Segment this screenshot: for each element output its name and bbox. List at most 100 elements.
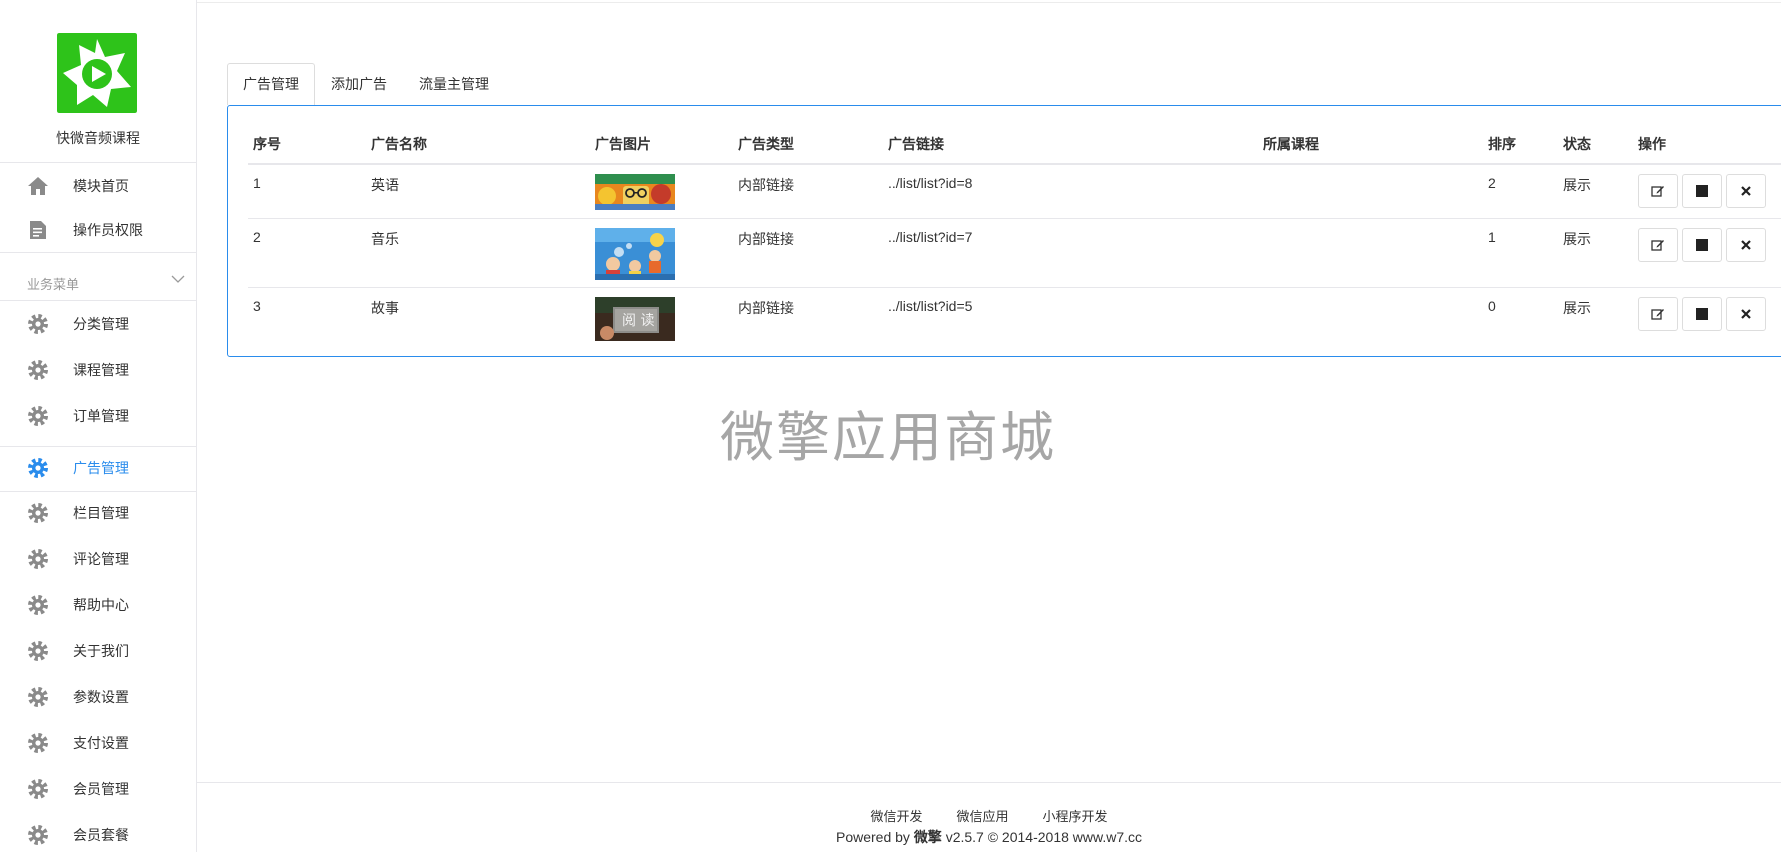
cell-type: 内部链接 xyxy=(738,299,794,316)
brand: 快微音频课程 xyxy=(0,0,196,163)
cell-sort: 0 xyxy=(1488,297,1496,314)
sidebar-divider xyxy=(0,300,196,301)
gear-icon xyxy=(27,359,49,381)
cell-status: 展示 xyxy=(1558,218,1633,288)
cell-image xyxy=(590,164,733,219)
cell-course xyxy=(1258,287,1483,358)
gear-icon xyxy=(27,457,49,479)
gear-icon xyxy=(27,778,49,800)
cell-link: ../list/list?id=8 xyxy=(883,164,1258,219)
stop-button[interactable] xyxy=(1682,296,1722,331)
sidebar-item-course[interactable]: 课程管理 xyxy=(0,348,196,392)
tab-add-ad[interactable]: 添加广告 xyxy=(315,63,403,105)
cell-name: 英语 xyxy=(366,164,590,219)
footer-copy-prefix: Powered by xyxy=(835,829,914,845)
sidebar-item-payment[interactable]: 支付设置 xyxy=(0,721,196,765)
column-header-image: 广告图片 xyxy=(590,124,733,165)
sidebar-item-label: 帮助中心 xyxy=(73,597,129,613)
edit-button[interactable] xyxy=(1638,227,1678,262)
sidebar: 快微音频课程 模块首页 操作员权限 业务菜单 分类管理 课程管理 订单管理 广告… xyxy=(0,0,197,852)
gear-icon xyxy=(27,640,49,662)
close-icon xyxy=(1741,239,1751,250)
stop-icon xyxy=(1696,238,1708,251)
column-header-course: 所属课程 xyxy=(1258,124,1483,165)
gear-icon xyxy=(27,313,49,335)
table-row: 3 故事 阅 读 内部链接 ../list/list?id=5 0 展示 xyxy=(248,287,1781,358)
stop-button[interactable] xyxy=(1682,174,1722,208)
gear-icon xyxy=(27,686,49,708)
sidebar-item-member-package[interactable]: 会员套餐 xyxy=(0,813,196,857)
sidebar-item-label: 分类管理 xyxy=(73,316,129,332)
stop-icon xyxy=(1696,307,1708,320)
top-divider xyxy=(197,2,1781,3)
ad-thumbnail-image xyxy=(595,227,675,280)
gear-icon xyxy=(27,824,49,846)
sidebar-item-params[interactable]: 参数设置 xyxy=(0,675,196,719)
cell-type: 内部链接 xyxy=(733,218,883,288)
column-header-name: 广告名称 xyxy=(366,124,590,165)
sidebar-item-operator-permissions[interactable]: 操作员权限 xyxy=(0,208,196,252)
close-icon xyxy=(1741,308,1751,319)
cell-sort: 2 xyxy=(1483,164,1558,219)
tab-traffic-master[interactable]: 流量主管理 xyxy=(403,63,505,105)
cell-status: 展示 xyxy=(1563,299,1591,316)
cell-image xyxy=(590,218,733,288)
footer-copyright: Powered by 微擎 v2.5.7 © 2014-2018 www.w7.… xyxy=(197,827,1781,847)
edit-icon xyxy=(1651,239,1664,251)
table-row: 1 英语 内部链接 ../list/list?id=8 2 展示 xyxy=(248,164,1781,219)
brand-name: 快微音频课程 xyxy=(56,130,140,146)
footer-link-wechat-dev[interactable]: 微信开发 xyxy=(870,806,922,825)
ad-table: 序号 广告名称 广告图片 广告类型 广告链接 所属课程 排序 状态 操作 1 英… xyxy=(248,124,1781,358)
gear-icon xyxy=(27,732,49,754)
sidebar-item-comment[interactable]: 评论管理 xyxy=(0,537,196,581)
cell-name: 故事 xyxy=(371,299,399,316)
stop-button[interactable] xyxy=(1682,227,1722,262)
sidebar-item-label: 课程管理 xyxy=(73,362,129,378)
sidebar-item-module-home[interactable]: 模块首页 xyxy=(0,164,196,208)
sidebar-item-label: 会员管理 xyxy=(73,781,129,797)
stop-icon xyxy=(1696,185,1708,197)
watermark: 微擎应用商城 xyxy=(720,406,1056,469)
sidebar-item-label: 模块首页 xyxy=(73,178,129,194)
delete-button[interactable] xyxy=(1726,227,1766,262)
column-header-actions: 操作 xyxy=(1633,124,1781,165)
sidebar-item-order[interactable]: 订单管理 xyxy=(0,394,196,438)
table-row: 2 音乐 内部链接 ../list/list?id=7 1 展示 xyxy=(248,218,1781,288)
sidebar-item-label: 支付设置 xyxy=(73,735,129,751)
sidebar-item-label: 订单管理 xyxy=(73,408,129,424)
footer-copy-brand: 微擎 xyxy=(913,829,942,845)
edit-button[interactable] xyxy=(1638,174,1678,208)
sidebar-item-member[interactable]: 会员管理 xyxy=(0,767,196,811)
ad-thumbnail-image: 阅 读 xyxy=(595,296,675,341)
chevron-down-icon[interactable] xyxy=(171,272,185,286)
edit-icon xyxy=(1651,186,1664,197)
main-content: 广告管理 添加广告 流量主管理 序号 广告名称 广告图片 广告类型 广告链接 所… xyxy=(197,0,1781,852)
cell-link: ../list/list?id=5 xyxy=(888,297,973,314)
footer-divider xyxy=(197,782,1781,783)
sidebar-item-column[interactable]: 栏目管理 xyxy=(0,491,196,535)
sidebar-item-help[interactable]: 帮助中心 xyxy=(0,583,196,627)
edit-button[interactable] xyxy=(1638,296,1678,331)
app-logo xyxy=(57,33,137,113)
gear-icon xyxy=(27,594,49,616)
cell-actions xyxy=(1633,218,1781,288)
cell-link: ../list/list?id=7 xyxy=(883,218,1258,288)
cell-sort: 1 xyxy=(1483,218,1558,288)
column-header-type: 广告类型 xyxy=(733,124,883,165)
close-icon xyxy=(1741,186,1751,196)
delete-button[interactable] xyxy=(1726,174,1766,208)
ad-thumbnail-image xyxy=(595,174,675,210)
table-header-row: 序号 广告名称 广告图片 广告类型 广告链接 所属课程 排序 状态 操作 xyxy=(248,124,1781,165)
tab-ad-management[interactable]: 广告管理 xyxy=(227,63,315,105)
gear-icon xyxy=(27,502,49,524)
sidebar-item-category[interactable]: 分类管理 xyxy=(0,302,196,346)
sidebar-divider xyxy=(0,252,196,253)
edit-icon xyxy=(1651,308,1664,320)
cell-index: 3 xyxy=(253,297,261,314)
footer-link-wechat-app[interactable]: 微信应用 xyxy=(956,806,1008,825)
sidebar-item-about[interactable]: 关于我们 xyxy=(0,629,196,673)
sidebar-item-ads[interactable]: 广告管理 xyxy=(0,446,196,490)
footer-link-miniprogram-dev[interactable]: 小程序开发 xyxy=(1043,806,1108,825)
cell-actions xyxy=(1633,287,1781,358)
delete-button[interactable] xyxy=(1726,296,1766,331)
